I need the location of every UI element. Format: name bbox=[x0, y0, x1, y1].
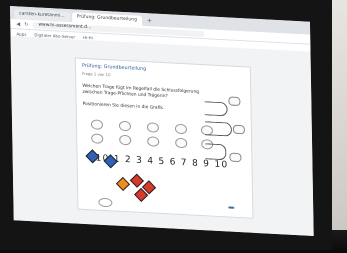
laptop-bezel: carsten-kuretanmi... Prüfung: Grundbeurt… bbox=[0, 0, 332, 250]
laptop-screen: carsten-kuretanmi... Prüfung: Grundbeurt… bbox=[10, 6, 314, 236]
drop-target[interactable] bbox=[228, 96, 241, 107]
range-bracket bbox=[204, 101, 228, 117]
range-bracket bbox=[205, 143, 227, 161]
back-arrow-icon[interactable]: ◀ bbox=[16, 21, 20, 27]
drop-target[interactable] bbox=[229, 152, 242, 163]
drop-target[interactable] bbox=[90, 119, 104, 130]
quiz-subtitle: Frage 1 von 10 bbox=[82, 70, 111, 78]
range-bracket bbox=[204, 121, 233, 137]
new-tab-button[interactable]: + bbox=[144, 16, 155, 27]
drop-target[interactable] bbox=[146, 122, 160, 133]
quiz-card: Prüfung: Grundbeurteilung Frage 1 von 10… bbox=[74, 57, 254, 219]
drop-target[interactable] bbox=[147, 136, 160, 147]
drop-target[interactable] bbox=[118, 120, 132, 132]
quiz-question: Welchen Trage fügt im Regelfall die Schl… bbox=[82, 83, 200, 100]
reload-icon[interactable]: ↻ bbox=[24, 21, 28, 27]
quiz-instruction: Positionieren Sie diesen in die Grafik. bbox=[82, 101, 165, 112]
drop-target[interactable] bbox=[232, 124, 245, 135]
submit-button[interactable] bbox=[228, 206, 235, 209]
drop-target[interactable] bbox=[91, 133, 104, 144]
drop-target[interactable] bbox=[119, 134, 132, 146]
previous-button[interactable] bbox=[98, 197, 113, 208]
orange-diamond-icon[interactable] bbox=[115, 176, 131, 192]
drop-target[interactable] bbox=[174, 123, 188, 135]
page-content: Prüfung: Grundbeurteilung Frage 1 von 10… bbox=[10, 36, 314, 236]
drop-target[interactable] bbox=[175, 137, 188, 149]
